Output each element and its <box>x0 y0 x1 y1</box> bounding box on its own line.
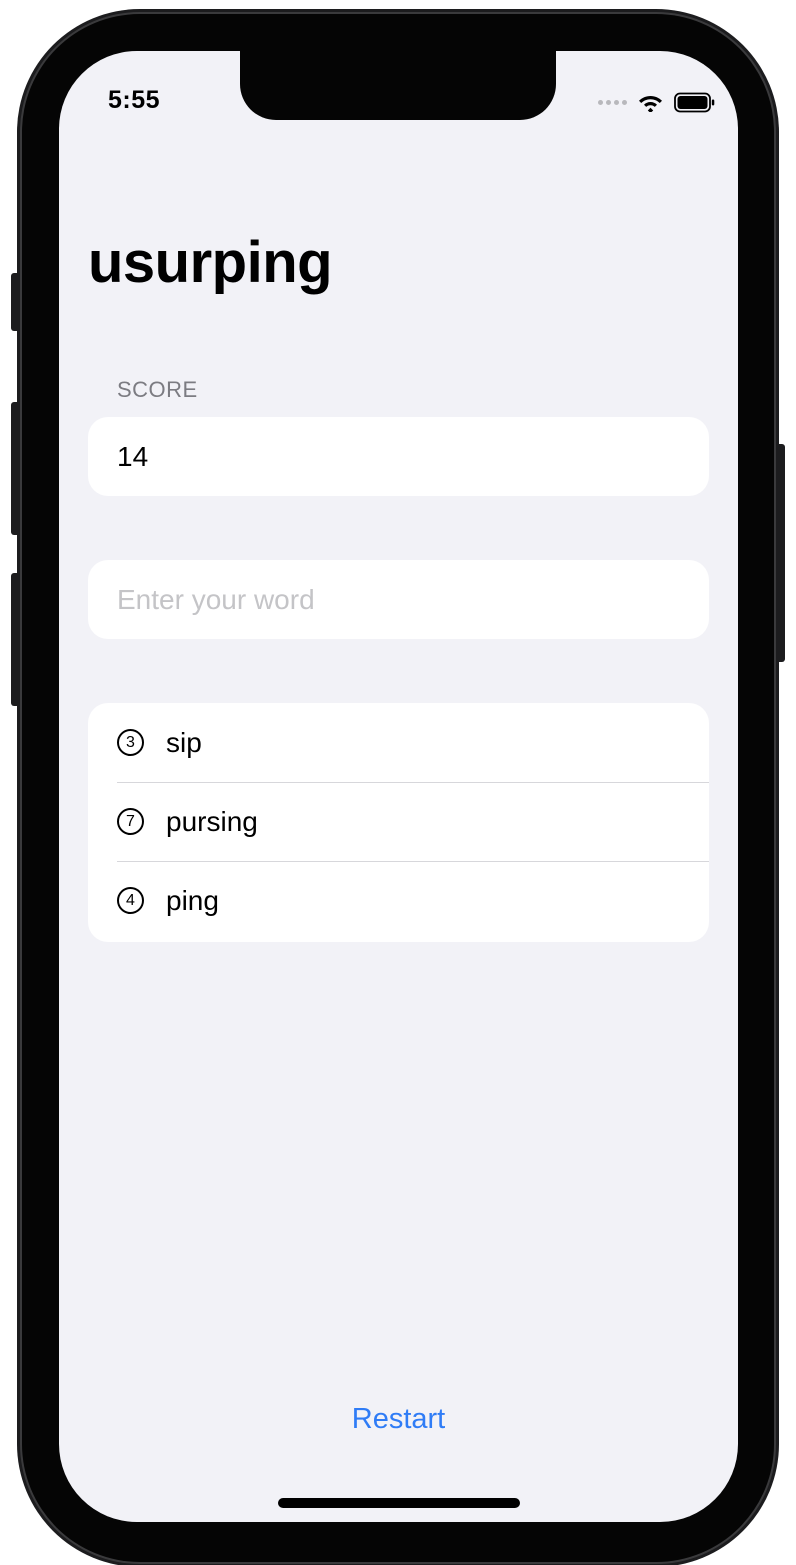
letter-count-icon: 3 <box>117 729 144 756</box>
notch <box>240 51 556 120</box>
word-input-card <box>88 560 709 639</box>
cellular-signal-icon <box>598 99 627 105</box>
word-label: sip <box>166 726 202 758</box>
list-item: 7 pursing <box>88 782 709 861</box>
restart-button[interactable]: Restart <box>59 1403 738 1436</box>
letter-count-icon: 7 <box>117 808 144 835</box>
status-time: 5:55 <box>108 86 161 114</box>
page-title: usurping <box>88 230 333 295</box>
letter-count-icon: 4 <box>117 887 144 914</box>
power-button <box>773 444 785 662</box>
battery-icon <box>674 92 715 112</box>
word-label: pursing <box>166 805 258 837</box>
score-card: 14 <box>88 417 709 496</box>
used-words-list: 3 sip 7 pursing 4 ping <box>88 703 709 942</box>
home-indicator[interactable] <box>278 1498 520 1508</box>
wifi-icon <box>639 96 662 112</box>
word-input[interactable] <box>117 560 677 639</box>
status-icons <box>598 89 716 115</box>
word-label: ping <box>166 884 219 916</box>
score-value: 14 <box>117 441 149 472</box>
app-screen: 5:55 usurping SCORE 14 3 sip 7 pursing <box>59 51 738 1522</box>
list-item: 3 sip <box>88 703 709 782</box>
score-section-header: SCORE <box>117 377 198 402</box>
list-item: 4 ping <box>88 861 709 940</box>
